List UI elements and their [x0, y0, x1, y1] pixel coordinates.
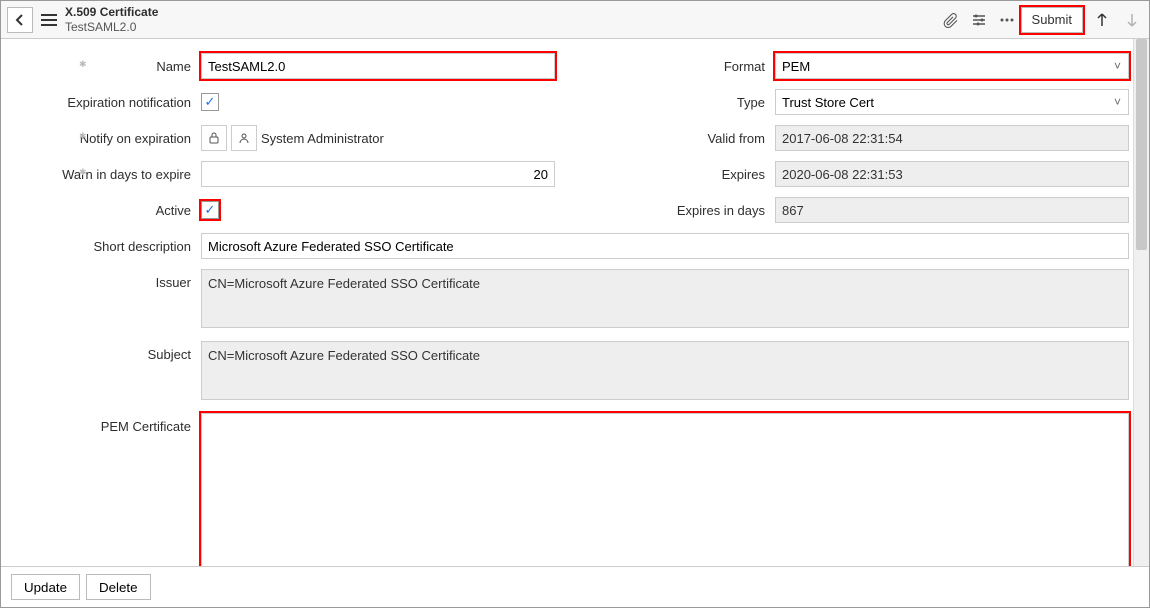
vertical-scrollbar[interactable] — [1133, 39, 1149, 566]
expiration-notification-label: Expiration notification — [21, 95, 201, 110]
format-select[interactable] — [775, 53, 1129, 79]
submit-button[interactable]: Submit — [1021, 7, 1083, 33]
type-label: Type — [595, 95, 775, 110]
pem-certificate-input[interactable] — [201, 413, 1129, 566]
notify-value: System Administrator — [261, 131, 384, 146]
page-header: X.509 Certificate TestSAML2.0 Submit — [1, 1, 1149, 39]
warn-input[interactable] — [201, 161, 555, 187]
active-label: Active — [21, 203, 201, 218]
expires-field — [775, 161, 1129, 187]
expiration-notification-checkbox[interactable]: ✓ — [201, 93, 219, 111]
left-column: Name Expiration notification ✓ Notify on… — [21, 53, 555, 233]
more-icon[interactable] — [993, 6, 1021, 34]
format-label: Format — [595, 59, 775, 74]
valid-from-label: Valid from — [595, 131, 775, 146]
issuer-field: CN=Microsoft Azure Federated SSO Certifi… — [201, 269, 1129, 328]
lock-icon[interactable] — [201, 125, 227, 151]
name-input[interactable] — [201, 53, 555, 79]
issuer-label: Issuer — [21, 269, 201, 331]
next-record-icon — [1121, 9, 1143, 31]
update-button[interactable]: Update — [11, 574, 80, 600]
short-description-label: Short description — [21, 233, 201, 259]
form-footer: Update Delete — [1, 566, 1149, 607]
expires-in-days-field — [775, 197, 1129, 223]
user-picker-icon[interactable] — [231, 125, 257, 151]
header-title-block: X.509 Certificate TestSAML2.0 — [65, 5, 158, 34]
prev-record-icon[interactable] — [1091, 9, 1113, 31]
expires-in-days-label: Expires in days — [595, 203, 775, 218]
expires-label: Expires — [595, 167, 775, 182]
settings-icon[interactable] — [965, 6, 993, 34]
record-name-subtitle: TestSAML2.0 — [65, 20, 158, 34]
record-type-title: X.509 Certificate — [65, 5, 158, 19]
attachment-icon[interactable] — [937, 6, 965, 34]
name-label: Name — [21, 59, 201, 74]
back-button[interactable] — [7, 7, 33, 33]
subject-field: CN=Microsoft Azure Federated SSO Certifi… — [201, 341, 1129, 400]
valid-from-field — [775, 125, 1129, 151]
subject-label: Subject — [21, 341, 201, 403]
delete-button[interactable]: Delete — [86, 574, 151, 600]
right-column: Format Type Valid from Expires — [595, 53, 1129, 233]
type-select[interactable] — [775, 89, 1129, 115]
scrollbar-thumb[interactable] — [1136, 39, 1147, 250]
warn-label: Warn in days to expire — [21, 167, 201, 182]
form-scroll-area: Name Expiration notification ✓ Notify on… — [1, 39, 1149, 566]
chevron-left-icon — [14, 14, 26, 26]
short-description-input[interactable] — [201, 233, 1129, 259]
active-checkbox[interactable]: ✓ — [201, 201, 219, 219]
pem-certificate-label: PEM Certificate — [21, 413, 201, 566]
notify-on-expiration-label: Notify on expiration — [21, 131, 201, 146]
hamburger-menu-icon[interactable] — [41, 14, 57, 26]
